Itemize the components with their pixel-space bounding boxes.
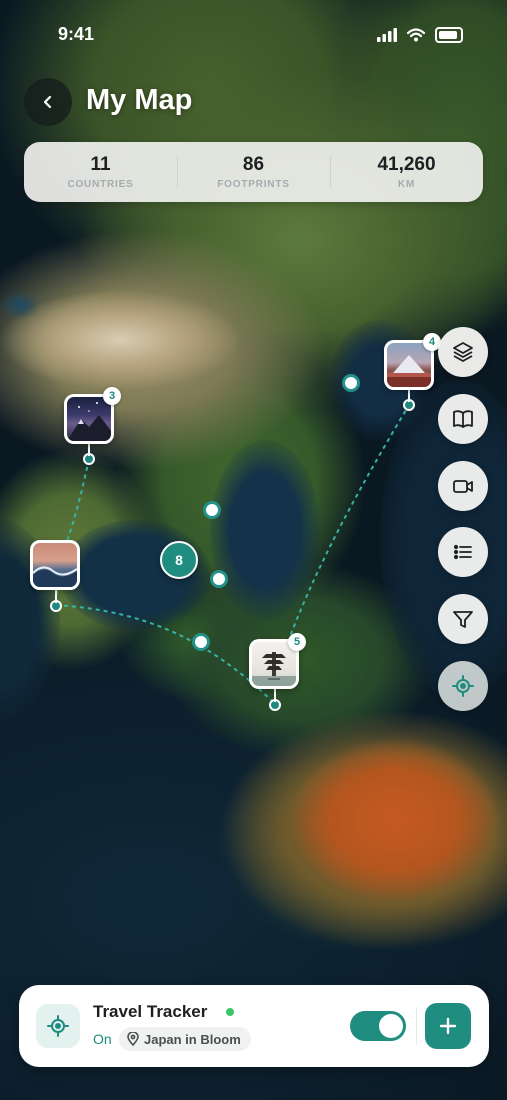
toggle-knob	[379, 1014, 403, 1038]
status-bar: 9:41	[0, 0, 507, 70]
tracker-icon-tile	[36, 1004, 80, 1048]
footprint-korea[interactable]	[342, 374, 360, 392]
stat-value: 41,260	[377, 154, 436, 175]
stat-value: 86	[242, 154, 265, 175]
locate-button[interactable]	[438, 661, 488, 711]
book-icon	[453, 410, 473, 428]
pin-badge-tibet: 3	[103, 387, 121, 405]
wifi-icon	[407, 28, 425, 42]
page-title: My Map	[86, 84, 193, 116]
footprint-cambodia[interactable]	[210, 570, 228, 588]
layers-icon	[453, 342, 473, 362]
travel-tracker-card: Travel Tracker On Japan in Bloom	[19, 985, 489, 1067]
ocean-wave-thumbnail	[33, 566, 77, 587]
pin-badge-bali: 5	[288, 633, 306, 651]
route-india-java	[55, 604, 276, 705]
battery-icon	[435, 27, 463, 43]
locate-icon	[452, 675, 474, 697]
divider	[416, 1007, 417, 1045]
stat-value: 11	[90, 154, 111, 175]
clock: 9:41	[58, 24, 95, 44]
status-icons	[377, 27, 463, 43]
layers-button[interactable]	[438, 327, 488, 377]
journal-button[interactable]	[438, 394, 488, 444]
filter-button[interactable]	[438, 594, 488, 644]
pin-stem	[55, 589, 57, 603]
stat-label: KM	[397, 179, 416, 190]
video-icon	[453, 480, 473, 493]
mountain-night-thumbnail	[67, 402, 111, 441]
stat-label: COUNTRIES	[67, 179, 134, 190]
filter-icon	[453, 611, 473, 628]
pin-stem	[274, 688, 276, 702]
list-icon	[453, 544, 472, 560]
trip-name: Japan in Bloom	[144, 1031, 241, 1047]
chevron-left-icon	[43, 95, 52, 109]
plus-icon	[439, 1017, 457, 1035]
bali-temple-thumbnail	[252, 652, 296, 686]
crosshair-icon	[47, 1015, 69, 1037]
trip-chip[interactable]: Japan in Bloom	[119, 1027, 251, 1051]
back-button[interactable]	[24, 78, 72, 126]
location-pin-icon	[127, 1032, 139, 1046]
tracker-toggle[interactable]	[350, 1011, 406, 1041]
list-button[interactable]	[438, 527, 488, 577]
stat-label: FOOTPRINTS	[217, 179, 290, 190]
video-button[interactable]	[438, 461, 488, 511]
stat-distance[interactable]: 41,260 KM	[330, 142, 483, 202]
footprint-sumatra[interactable]	[192, 633, 210, 651]
tracker-title: Travel Tracker	[93, 1002, 208, 1021]
pin-stem	[88, 442, 90, 456]
stats-bar: 11 COUNTRIES 86 FOOTPRINTS 41,260 KM	[24, 142, 483, 202]
stat-footprints[interactable]: 86 FOOTPRINTS	[177, 142, 330, 202]
mount-fuji-thumbnail	[387, 355, 431, 387]
footprint-vietnam[interactable]	[203, 501, 221, 519]
tracker-state: On	[93, 1031, 112, 1047]
photo-pin-india[interactable]	[30, 540, 80, 590]
stat-countries[interactable]: 11 COUNTRIES	[24, 142, 177, 202]
pin-stem	[408, 388, 410, 402]
add-footprint-button[interactable]	[425, 1003, 471, 1049]
cellular-signal-icon	[377, 28, 397, 42]
footprint-cluster[interactable]: 8	[160, 541, 198, 579]
live-status-dot	[226, 1008, 234, 1016]
